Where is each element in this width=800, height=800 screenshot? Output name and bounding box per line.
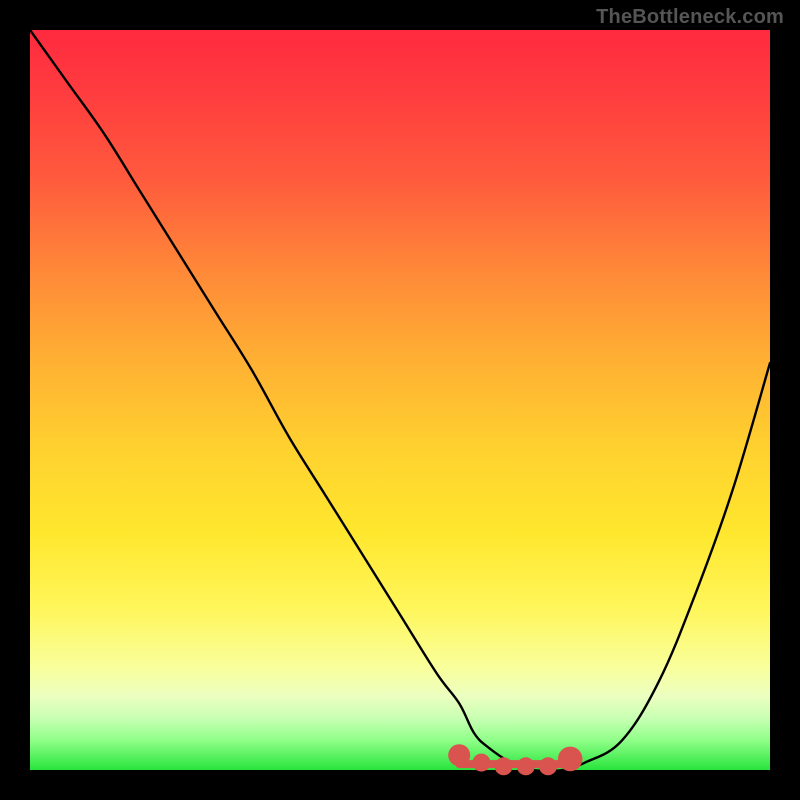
marker-min-band-start <box>448 744 470 766</box>
plot-area <box>30 30 770 770</box>
curve-svg <box>30 30 770 770</box>
chart-frame: TheBottleneck.com <box>0 0 800 800</box>
marker-min-band-b <box>495 757 513 775</box>
watermark-text: TheBottleneck.com <box>596 6 784 29</box>
marker-min-band-c <box>517 757 535 775</box>
marker-min-band-d <box>539 757 557 775</box>
marker-min-band-a <box>472 754 490 772</box>
marker-min-band-end <box>558 747 583 772</box>
bottleneck-curve <box>30 30 770 771</box>
